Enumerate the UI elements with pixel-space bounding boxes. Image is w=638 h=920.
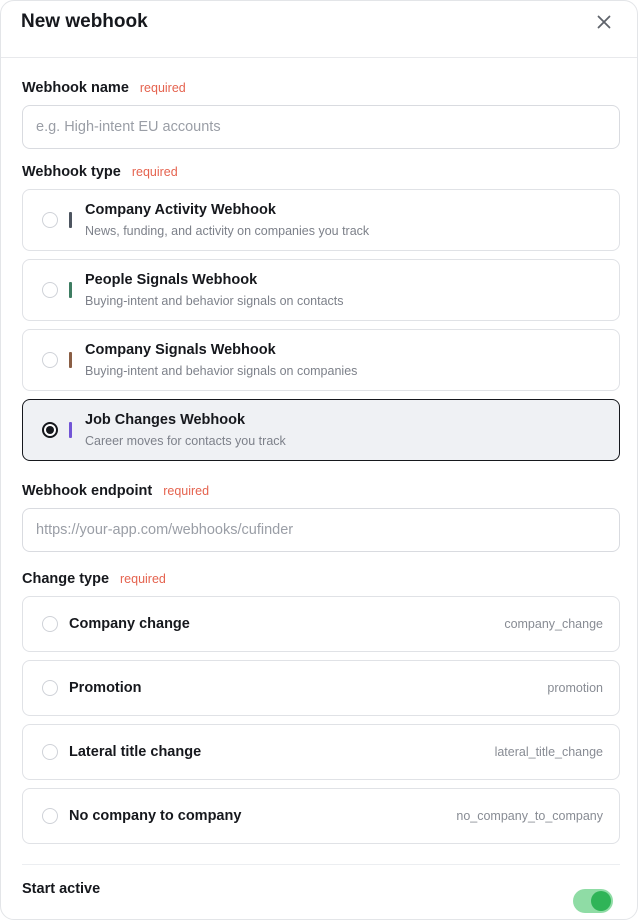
- change-type-option-promotion[interactable]: Promotion promotion: [22, 660, 620, 716]
- webhook-type-label-row: Webhook type required: [22, 164, 178, 180]
- webhook-type-option-company-activity[interactable]: Company Activity Webhook News, funding, …: [22, 189, 620, 251]
- radio-button[interactable]: [42, 212, 58, 228]
- change-type-label-text: Company change: [69, 616, 190, 632]
- change-type-label-text: Promotion: [69, 680, 142, 696]
- required-badge: required: [131, 165, 178, 179]
- type-title: Job Changes Webhook: [85, 412, 246, 428]
- type-accent-bar: [69, 212, 72, 228]
- type-description: Buying-intent and behavior signals on co…: [85, 364, 358, 378]
- required-badge: required: [139, 81, 186, 95]
- required-badge: required: [163, 484, 210, 498]
- webhook-type-option-people-signals[interactable]: People Signals Webhook Buying-intent and…: [22, 259, 620, 321]
- close-button[interactable]: [591, 9, 617, 35]
- type-description: Buying-intent and behavior signals on co…: [85, 294, 344, 308]
- radio-button[interactable]: [42, 616, 58, 632]
- type-description: News, funding, and activity on companies…: [85, 224, 370, 238]
- change-type-code: promotion: [547, 681, 603, 695]
- new-webhook-dialog: New webhook Webhook name required Webhoo…: [0, 0, 638, 920]
- webhook-endpoint-input[interactable]: [22, 508, 620, 552]
- webhook-name-label: Webhook name: [22, 80, 129, 96]
- start-active-label: Start active: [22, 881, 101, 897]
- start-active-toggle[interactable]: [573, 889, 613, 913]
- webhook-type-label: Webhook type: [22, 164, 121, 180]
- webhook-type-option-company-signals[interactable]: Company Signals Webhook Buying-intent an…: [22, 329, 620, 391]
- change-type-option-company-change[interactable]: Company change company_change: [22, 596, 620, 652]
- change-type-code: company_change: [504, 617, 603, 631]
- webhook-endpoint-label-row: Webhook endpoint required: [22, 483, 209, 499]
- webhook-type-option-job-changes[interactable]: Job Changes Webhook Career moves for con…: [22, 399, 620, 461]
- change-type-code: no_company_to_company: [456, 809, 603, 823]
- change-type-label-row: Change type required: [22, 571, 166, 587]
- radio-button[interactable]: [42, 808, 58, 824]
- type-title: Company Activity Webhook: [85, 202, 276, 218]
- dialog-header: New webhook: [1, 1, 637, 58]
- type-accent-bar: [69, 352, 72, 368]
- type-description: Career moves for contacts you track: [85, 434, 286, 448]
- webhook-endpoint-label: Webhook endpoint: [22, 483, 153, 499]
- radio-button[interactable]: [42, 744, 58, 760]
- radio-button[interactable]: [42, 282, 58, 298]
- change-type-label-text: No company to company: [69, 808, 242, 824]
- type-title: Company Signals Webhook: [85, 342, 276, 358]
- radio-button[interactable]: [42, 352, 58, 368]
- dialog-title: New webhook: [21, 11, 148, 32]
- radio-button[interactable]: [42, 422, 58, 438]
- change-type-label: Change type: [22, 571, 110, 587]
- toggle-knob: [591, 891, 611, 911]
- change-type-code: lateral_title_change: [494, 745, 603, 759]
- type-title: People Signals Webhook: [85, 272, 258, 288]
- change-type-option-lateral-title-change[interactable]: Lateral title change lateral_title_chang…: [22, 724, 620, 780]
- section-divider: [22, 864, 620, 865]
- close-icon: [597, 15, 611, 29]
- required-badge: required: [120, 572, 166, 586]
- webhook-name-input[interactable]: [22, 105, 620, 149]
- webhook-name-label-row: Webhook name required: [22, 80, 186, 96]
- change-type-label-text: Lateral title change: [69, 744, 202, 760]
- type-accent-bar: [69, 422, 72, 438]
- change-type-option-no-company-to-company[interactable]: No company to company no_company_to_comp…: [22, 788, 620, 844]
- type-accent-bar: [69, 282, 72, 298]
- start-active-label-row: Start active: [22, 881, 100, 897]
- radio-button[interactable]: [42, 680, 58, 696]
